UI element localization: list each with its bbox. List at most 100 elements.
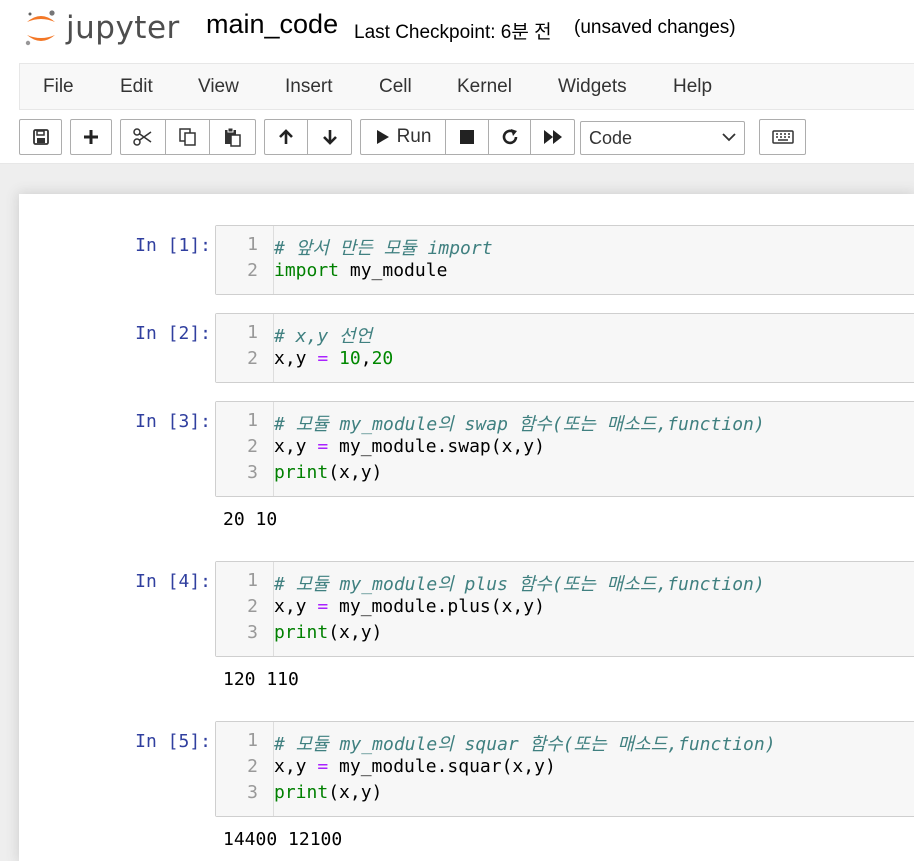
code-text: # x,y 선언 bbox=[274, 322, 372, 348]
line-number: 3 bbox=[247, 782, 258, 803]
code-token: (x,y) bbox=[328, 782, 383, 803]
menu-kernel[interactable]: Kernel bbox=[457, 76, 512, 98]
code-token: my_module.swap(x,y) bbox=[328, 436, 545, 457]
code-token: = bbox=[317, 756, 329, 777]
code-line: 2 import my_module bbox=[216, 260, 906, 286]
menu-file[interactable]: File bbox=[43, 76, 74, 98]
cut-button[interactable] bbox=[120, 119, 166, 155]
paste-button[interactable] bbox=[209, 119, 256, 155]
code-line: 1 # 모듈 my_module의 plus 함수(또는 매소드,function… bbox=[216, 570, 906, 596]
code-token: (x,y) bbox=[328, 622, 383, 643]
notebook-name[interactable]: main_code bbox=[206, 9, 338, 40]
move-up-button[interactable] bbox=[264, 119, 308, 155]
code-token: x,y bbox=[274, 436, 318, 457]
code-text: # 앞서 만든 모듈 import bbox=[274, 234, 493, 260]
chevron-down-icon bbox=[722, 133, 736, 142]
checkpoint-status: Last Checkpoint: 6분 전 bbox=[354, 22, 552, 43]
cell-prompt: In [4]: bbox=[135, 571, 211, 592]
copy-icon bbox=[178, 128, 196, 146]
code-token: x,y bbox=[274, 348, 318, 369]
code-text: x,y = my_module.plus(x,y) bbox=[274, 596, 545, 617]
menu-insert[interactable]: Insert bbox=[285, 76, 333, 98]
logo-wordmark: jupyter bbox=[66, 10, 180, 46]
save-icon bbox=[32, 129, 49, 145]
code-input-area[interactable]: 1 # x,y 선언 2 x,y = 10,20 bbox=[215, 313, 914, 383]
jupyter-logo-icon bbox=[25, 10, 55, 46]
code-text: x,y = my_module.squar(x,y) bbox=[274, 756, 556, 777]
menu-edit[interactable]: Edit bbox=[120, 76, 153, 98]
cell-prompt: In [3]: bbox=[135, 411, 211, 432]
code-token: my_module.squar(x,y) bbox=[328, 756, 556, 777]
jupyter-logo[interactable]: jupyter bbox=[24, 6, 180, 50]
line-number: 1 bbox=[247, 234, 258, 255]
unsaved-status: (unsaved changes) bbox=[574, 17, 736, 38]
code-token: my_module bbox=[339, 260, 448, 281]
copy-button[interactable] bbox=[165, 119, 210, 155]
code-line: 2 x,y = my_module.swap(x,y) bbox=[216, 436, 906, 462]
code-token: = bbox=[317, 596, 329, 617]
menu-cell[interactable]: Cell bbox=[379, 76, 412, 98]
code-input-area[interactable]: 1 # 모듈 my_module의 swap 함수(또는 매소드,function… bbox=[215, 401, 914, 497]
code-text: x,y = 10,20 bbox=[274, 348, 393, 369]
run-button[interactable]: Run bbox=[360, 119, 446, 155]
code-token: = bbox=[317, 436, 329, 457]
restart-run-all-button[interactable] bbox=[530, 119, 575, 155]
code-token: (x,y) bbox=[328, 462, 383, 483]
line-number: 2 bbox=[247, 756, 258, 777]
save-button[interactable] bbox=[19, 119, 62, 155]
code-token: import bbox=[274, 260, 340, 281]
code-input-area[interactable]: 1 # 앞서 만든 모듈 import 2 import my_module bbox=[215, 225, 914, 295]
line-number: 1 bbox=[247, 730, 258, 751]
code-line: 2 x,y = my_module.squar(x,y) bbox=[216, 756, 906, 782]
cell-prompt: In [2]: bbox=[135, 323, 211, 344]
code-text: x,y = my_module.swap(x,y) bbox=[274, 436, 545, 457]
code-text: print(x,y) bbox=[274, 462, 382, 483]
code-token: print bbox=[274, 782, 329, 803]
code-line: 2 x,y = 10,20 bbox=[216, 348, 906, 374]
menu-view[interactable]: View bbox=[198, 76, 239, 98]
code-token: 10 bbox=[339, 348, 361, 369]
cell-type-select[interactable]: Code bbox=[580, 121, 745, 155]
menu-help[interactable]: Help bbox=[673, 76, 712, 98]
menu-widgets[interactable]: Widgets bbox=[558, 76, 627, 98]
run-label: Run bbox=[396, 126, 432, 147]
code-input-area[interactable]: 1 # 모듈 my_module의 plus 함수(또는 매소드,function… bbox=[215, 561, 914, 657]
code-token: x,y bbox=[274, 756, 318, 777]
line-number: 1 bbox=[247, 322, 258, 343]
code-text: import my_module bbox=[274, 260, 447, 281]
move-down-button[interactable] bbox=[307, 119, 352, 155]
line-number: 2 bbox=[247, 260, 258, 281]
code-token: print bbox=[274, 622, 329, 643]
command-palette-button[interactable] bbox=[759, 119, 806, 155]
code-line: 2 x,y = my_module.plus(x,y) bbox=[216, 596, 906, 622]
code-token: , bbox=[360, 348, 372, 369]
code-token: # 앞서 만든 모듈 import bbox=[274, 238, 493, 259]
code-line: 3 print(x,y) bbox=[216, 622, 906, 648]
interrupt-button[interactable] bbox=[445, 119, 489, 155]
code-token: # 모듈 my_module의 squar 함수(또는 매소드,function… bbox=[274, 734, 776, 755]
line-number: 1 bbox=[247, 570, 258, 591]
arrow-down-icon bbox=[322, 130, 337, 145]
cell-type-value: Code bbox=[589, 128, 633, 148]
cell-output: 120 110 bbox=[223, 669, 299, 690]
restart-button[interactable] bbox=[488, 119, 531, 155]
line-number: 3 bbox=[247, 462, 258, 483]
code-line: 1 # 앞서 만든 모듈 import bbox=[216, 234, 906, 260]
code-text: # 모듈 my_module의 swap 함수(또는 매소드,function) bbox=[274, 410, 765, 436]
code-input-area[interactable]: 1 # 모듈 my_module의 squar 함수(또는 매소드,functio… bbox=[215, 721, 914, 817]
notebook-container: In [1]: 1 # 앞서 만든 모듈 import 2 import my_modu… bbox=[19, 194, 914, 861]
insert-cell-button[interactable] bbox=[70, 119, 112, 155]
code-text: print(x,y) bbox=[274, 782, 382, 803]
line-number: 1 bbox=[247, 410, 258, 431]
code-token: 20 bbox=[371, 348, 394, 369]
fast-forward-icon bbox=[543, 130, 562, 144]
code-token: # x,y 선언 bbox=[274, 326, 373, 347]
cell-prompt: In [1]: bbox=[135, 235, 211, 256]
menubar: File Edit View Insert Cell Kernel Widget… bbox=[19, 63, 914, 110]
cell-output: 14400 12100 bbox=[223, 829, 343, 850]
code-token: # 모듈 my_module의 plus 함수(또는 매소드,function) bbox=[274, 574, 765, 595]
paste-icon bbox=[224, 127, 241, 147]
plus-icon bbox=[84, 130, 98, 144]
code-token: my_module.plus(x,y) bbox=[328, 596, 545, 617]
